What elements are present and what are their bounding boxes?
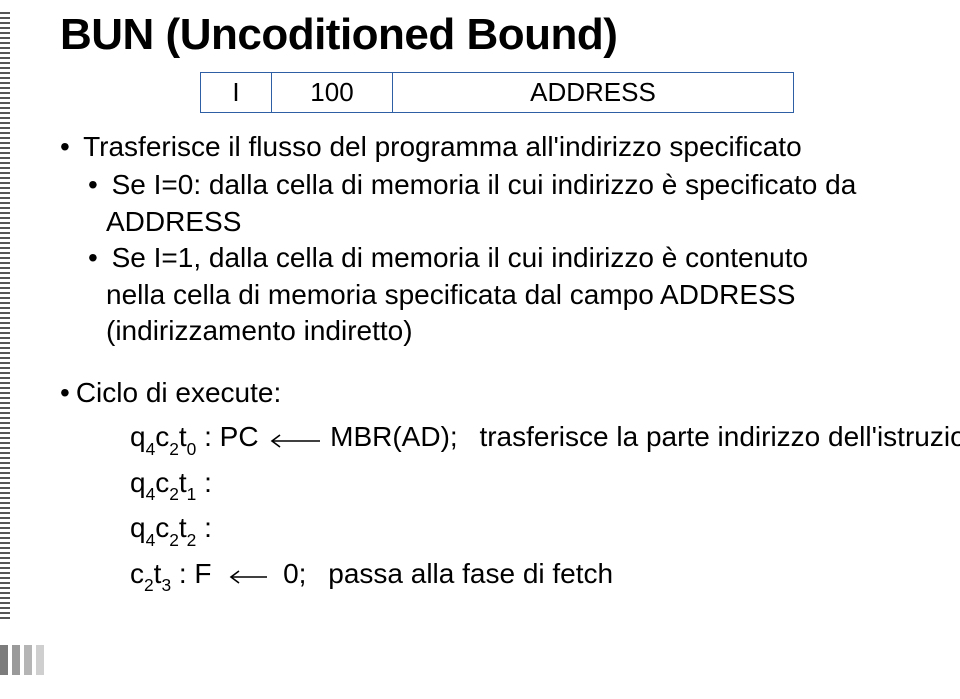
cycle-line-1-comment: trasferisce la parte indirizzo dell'istr… [479, 421, 960, 452]
page-title: BUN (Uncoditioned Bound) [60, 10, 900, 60]
cycle-line-3: q4c2t2 : [130, 506, 900, 552]
left-arrow-icon [266, 417, 322, 460]
corner-blocks-decor [0, 645, 44, 675]
sub-bullet-i1: Se I=1, dalla cella di memoria il cui in… [88, 240, 900, 349]
cycle-line-4-comment: passa alla fase di fetch [328, 558, 613, 589]
execute-cycle-section: Ciclo di execute: q4c2t0 : PC MBR(AD); t… [60, 377, 900, 597]
cycle-heading: Ciclo di execute: [60, 377, 900, 409]
cycle-line-1: q4c2t0 : PC MBR(AD); trasferisce la part… [130, 415, 900, 461]
sub-bullet-i0: Se I=0: dalla cella di memoria il cui in… [88, 167, 900, 240]
slide: BUN (Uncoditioned Bound) I 100 ADDRESS T… [0, 0, 960, 699]
cycle-line-4: c2t3 : F 0; passa alla fase di fetch [130, 552, 900, 598]
instr-opcode-cell: 100 [272, 73, 393, 113]
cycle-lines: q4c2t0 : PC MBR(AD); trasferisce la part… [130, 415, 900, 597]
sub-bullet-i0-line2: ADDRESS [106, 206, 241, 237]
sub-bullet-i0-line1: Se I=0: dalla cella di memoria il cui in… [112, 169, 857, 200]
left-arrow-icon [219, 554, 275, 597]
cycle-line-2: q4c2t1 : [130, 461, 900, 507]
bullet-main-text: Trasferisce il flusso del programma all'… [83, 131, 802, 162]
sub-bullet-i1-line2: nella cella di memoria specificata dal c… [106, 279, 795, 310]
sub-bullet-i1-line3: (indirizzamento indiretto) [106, 315, 413, 346]
description-list: Trasferisce il flusso del programma all'… [60, 129, 900, 349]
instruction-format-table: I 100 ADDRESS [200, 72, 794, 113]
sub-bullet-i1-line1: Se I=1, dalla cella di memoria il cui in… [112, 242, 808, 273]
sub-bullet-list: Se I=0: dalla cella di memoria il cui in… [60, 167, 900, 349]
instr-i-cell: I [201, 73, 272, 113]
instr-address-cell: ADDRESS [393, 73, 794, 113]
left-stripe-decor [0, 10, 10, 619]
bullet-main: Trasferisce il flusso del programma all'… [60, 129, 900, 349]
